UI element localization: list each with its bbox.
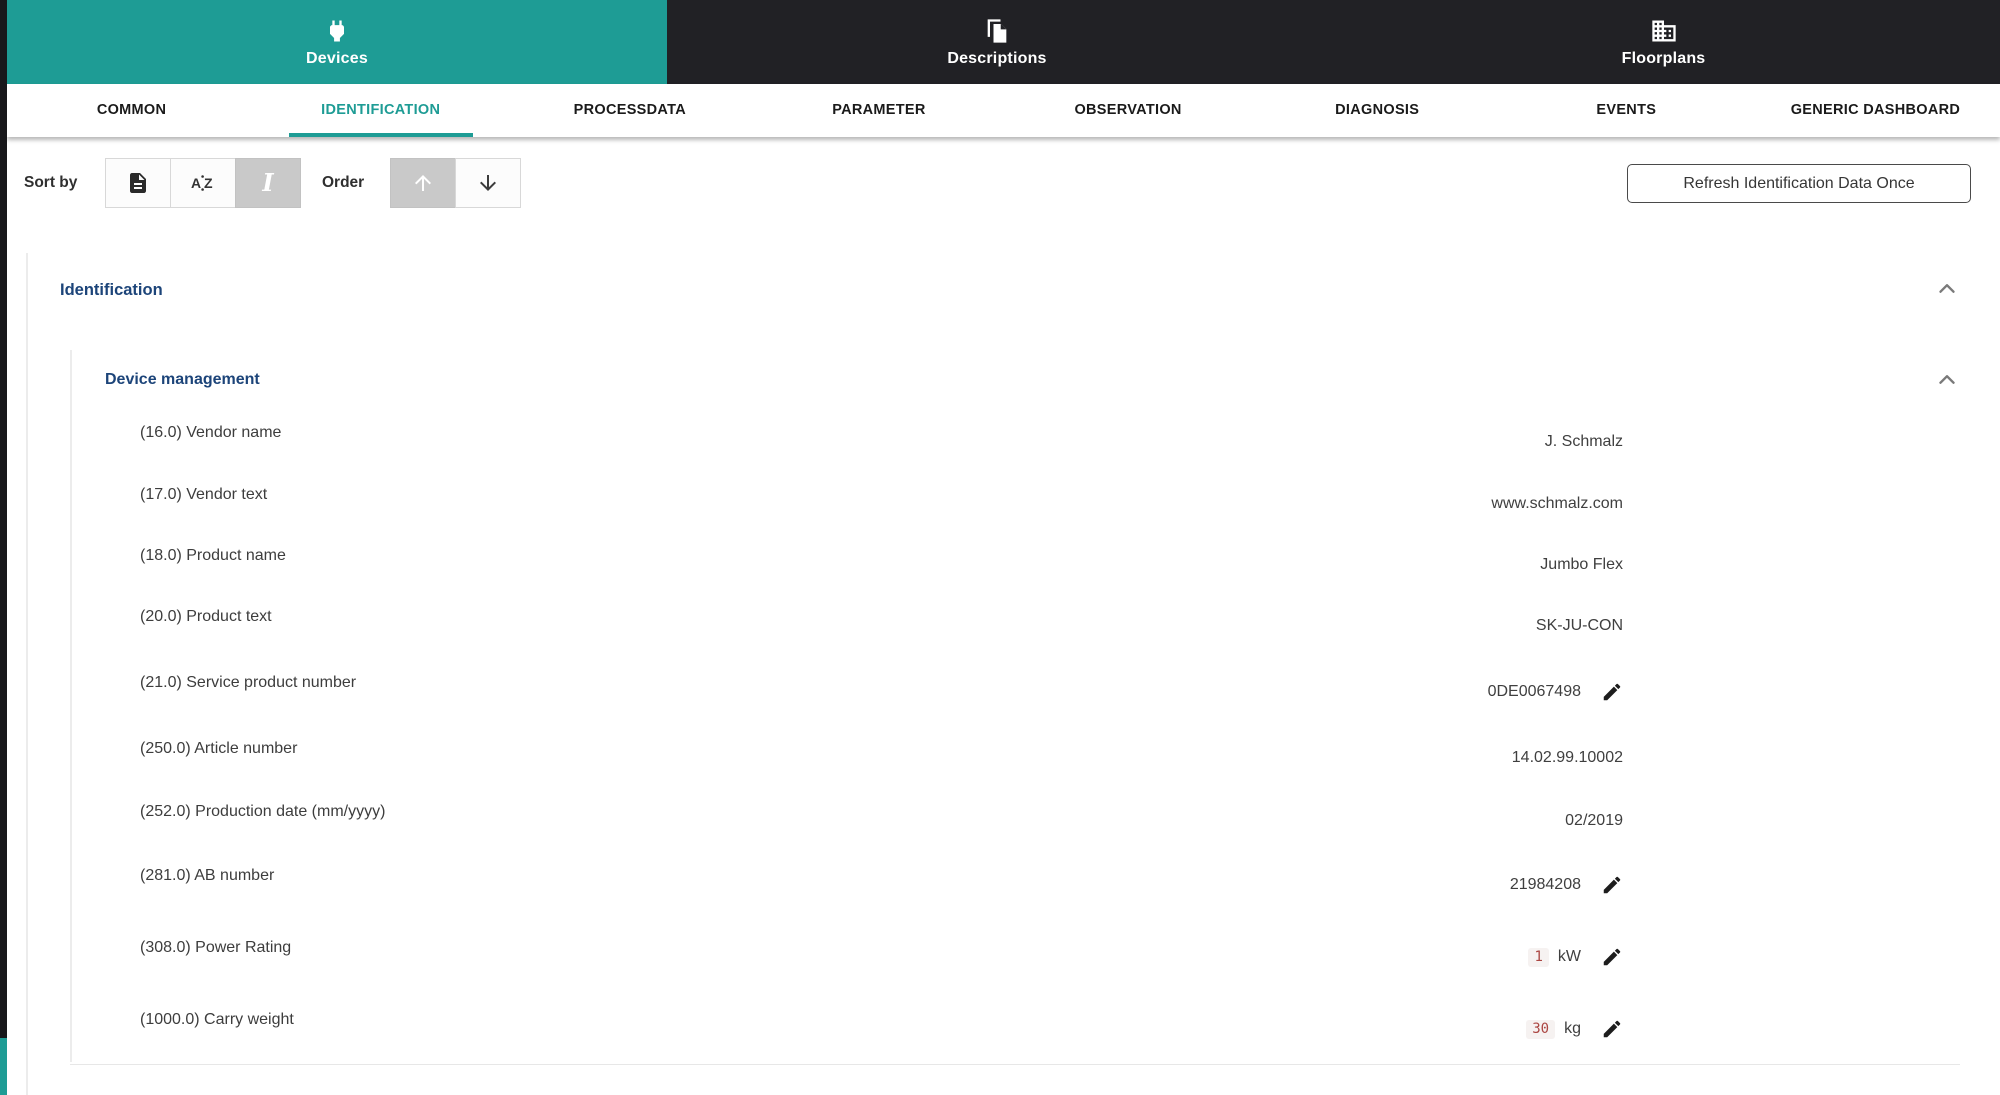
row-label: (21.0) Service product number [140, 674, 356, 692]
table-row: (18.0) Product name Jumbo Flex [140, 536, 1623, 576]
row-label: (16.0) Vendor name [140, 424, 281, 442]
top-tab-label: Descriptions [947, 50, 1046, 68]
row-label: (17.0) Vendor text [140, 486, 267, 504]
svg-text:A: A [191, 175, 201, 191]
row-value: Jumbo Flex [1540, 556, 1623, 574]
row-value: 1 kW [1528, 946, 1623, 968]
arrow-up-icon [411, 171, 435, 195]
table-row: (20.0) Product text SK-JU-CON [140, 597, 1623, 637]
row-value: 14.02.99.10002 [1512, 749, 1623, 767]
tab-parameter[interactable]: PARAMETER [754, 84, 1003, 137]
top-tab-descriptions[interactable]: Descriptions [667, 0, 1327, 84]
row-label: (1000.0) Carry weight [140, 1011, 294, 1029]
edit-pencil-icon[interactable] [1601, 874, 1623, 896]
tab-observation[interactable]: OBSERVATION [1004, 84, 1253, 137]
row-value: 02/2019 [1565, 812, 1623, 830]
row-label: (250.0) Article number [140, 740, 297, 758]
table-row: (1000.0) Carry weight 30 kg [140, 1000, 1623, 1040]
value-badge: 1 [1528, 948, 1548, 967]
left-edge-strip [0, 0, 7, 1038]
sort-by-document-button[interactable] [105, 158, 171, 208]
plug-icon [323, 17, 351, 45]
section-title-identification: Identification [60, 281, 163, 300]
order-button-group [390, 158, 521, 208]
row-value: 0DE0067498 [1488, 681, 1623, 703]
svg-text:Z: Z [204, 175, 213, 191]
tab-processdata[interactable]: PROCESSDATA [505, 84, 754, 137]
sort-by-label: Sort by [24, 174, 77, 192]
value-badge: 30 [1526, 1020, 1555, 1039]
edit-pencil-icon[interactable] [1601, 946, 1623, 968]
tab-diagnosis[interactable]: DIAGNOSIS [1253, 84, 1502, 137]
device-management-border [70, 350, 72, 1062]
document-icon [126, 171, 150, 195]
edit-pencil-icon[interactable] [1601, 681, 1623, 703]
tab-events[interactable]: EVENTS [1502, 84, 1751, 137]
top-tab-floorplans[interactable]: Floorplans [1327, 0, 2000, 84]
sort-button-group: A Z I [105, 158, 301, 208]
table-row: (250.0) Article number 14.02.99.10002 [140, 729, 1623, 769]
table-row: (21.0) Service product number 0DE0067498 [140, 663, 1623, 703]
section-title-device-management: Device management [105, 371, 260, 389]
refresh-identification-button[interactable]: Refresh Identification Data Once [1627, 164, 1971, 203]
row-label: (20.0) Product text [140, 608, 272, 626]
row-label: (18.0) Product name [140, 547, 286, 565]
row-label: (308.0) Power Rating [140, 939, 291, 957]
top-tab-bar: Devices Descriptions Floorplans [7, 0, 2000, 84]
row-value: 21984208 [1510, 874, 1623, 896]
row-label: (281.0) AB number [140, 867, 274, 885]
table-row: (252.0) Production date (mm/yyyy) 02/201… [140, 792, 1623, 832]
sort-alpha-icon: A Z [190, 170, 216, 196]
row-value: SK-JU-CON [1536, 617, 1623, 635]
italic-icon: I [262, 171, 273, 195]
arrow-down-icon [476, 171, 500, 195]
top-tab-label: Floorplans [1622, 50, 1706, 68]
chevron-up-icon[interactable] [1934, 276, 1960, 302]
copy-icon [983, 17, 1011, 45]
sub-tab-bar: COMMON IDENTIFICATION PROCESSDATA PARAME… [7, 84, 2000, 137]
unit-label: kg [1564, 1020, 1581, 1038]
row-value: 30 kg [1526, 1018, 1623, 1040]
top-tab-label: Devices [306, 50, 368, 68]
row-value: J. Schmalz [1545, 433, 1623, 451]
device-detail-page: Devices Descriptions Floorplans COMMON I… [0, 0, 2000, 1095]
top-tab-devices[interactable]: Devices [7, 0, 667, 84]
table-row: (16.0) Vendor name J. Schmalz [140, 413, 1623, 453]
section-divider [70, 1064, 1960, 1065]
sort-by-alpha-button[interactable]: A Z [170, 158, 236, 208]
table-row: (308.0) Power Rating 1 kW [140, 928, 1623, 968]
tab-generic-dashboard[interactable]: GENERIC DASHBOARD [1751, 84, 2000, 137]
edit-pencil-icon[interactable] [1601, 1018, 1623, 1040]
sort-by-index-button[interactable]: I [235, 158, 301, 208]
order-ascending-button[interactable] [390, 158, 456, 208]
left-edge-strip-accent [0, 1038, 7, 1095]
tab-common[interactable]: COMMON [7, 84, 256, 137]
table-row: (17.0) Vendor text www.schmalz.com [140, 475, 1623, 515]
chevron-up-icon[interactable] [1934, 367, 1960, 393]
order-descending-button[interactable] [455, 158, 521, 208]
order-label: Order [322, 174, 364, 192]
identification-card-border [26, 253, 28, 1095]
unit-label: kW [1558, 948, 1581, 966]
row-value: www.schmalz.com [1491, 495, 1623, 513]
table-row: (281.0) AB number 21984208 [140, 856, 1623, 896]
tab-identification[interactable]: IDENTIFICATION [256, 84, 505, 137]
building-icon [1650, 17, 1678, 45]
row-label: (252.0) Production date (mm/yyyy) [140, 803, 385, 821]
